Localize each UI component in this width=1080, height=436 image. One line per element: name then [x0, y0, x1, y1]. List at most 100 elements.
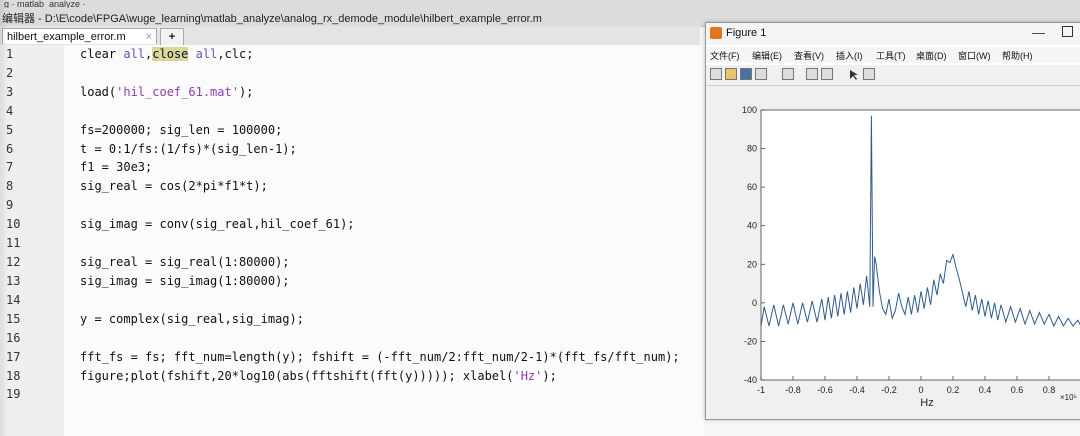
code-keyword: all	[195, 47, 218, 61]
insert-colorbar-icon[interactable]	[806, 68, 818, 80]
code-line-5[interactable]: fs=200000; sig_len = 100000;	[80, 123, 282, 137]
axes-box	[760, 109, 1080, 381]
line-number: 18	[6, 369, 21, 383]
new-tab-button[interactable]: +	[160, 28, 184, 45]
y-tick-label: 40	[747, 221, 757, 231]
code-line-10[interactable]: sig_imag = conv(sig_real,hil_coef_61);	[80, 217, 355, 231]
y-tick-label: 0	[752, 298, 757, 308]
save-icon[interactable]	[740, 68, 752, 80]
menu-edit[interactable]: 编辑(E)	[752, 49, 782, 62]
line-number: 19	[6, 387, 21, 401]
code-line-7[interactable]: f1 = 30e3;	[80, 160, 152, 174]
code-highlight: close	[152, 47, 189, 61]
editor-tab-bar: hilbert_example_error.m × +	[0, 26, 700, 46]
code-string: 'Hz'	[513, 369, 543, 383]
menu-file[interactable]: 文件(F)	[710, 49, 740, 62]
x-tick-label: -0.6	[817, 385, 833, 395]
code-area[interactable]: clear all,close all,clc; load('hil_coef_…	[64, 45, 704, 436]
insert-legend-icon[interactable]	[821, 68, 833, 80]
code-line-3[interactable]: load('hil_coef_61.mat');	[80, 85, 253, 99]
tab-label: hilbert_example_error.m	[7, 31, 126, 43]
x-tick-label: -1	[757, 385, 765, 395]
top-menu-strip[interactable]: g · matlab_analyze ·	[0, 0, 204, 8]
code-line-15[interactable]: y = complex(sig_real,sig_imag);	[80, 312, 304, 326]
x-tick-label: -0.2	[881, 385, 897, 395]
x-tick-label: 0.2	[947, 385, 960, 395]
menu-help[interactable]: 帮助(H)	[1002, 49, 1033, 62]
code-keyword: all	[123, 47, 146, 61]
pointer-icon[interactable]	[848, 68, 860, 80]
line-number: 9	[6, 198, 14, 212]
code-token: );	[238, 85, 254, 99]
tab-close-icon[interactable]: ×	[146, 29, 152, 45]
y-tick-label: -40	[744, 375, 757, 385]
link-icon[interactable]	[782, 68, 794, 80]
y-tick-label: -20	[744, 336, 757, 346]
x-tick-label: 0.6	[1011, 385, 1024, 395]
y-tick-label: 20	[747, 259, 757, 269]
line-number: 13	[6, 274, 21, 288]
property-editor-icon[interactable]	[863, 68, 875, 80]
code-line-18[interactable]: figure;plot(fshift,20*log10(abs(fftshift…	[80, 369, 557, 383]
new-figure-icon[interactable]	[710, 68, 722, 80]
x-axis-label: Hz	[920, 397, 933, 409]
code-line-13[interactable]: sig_imag = sig_imag(1:80000);	[80, 274, 290, 288]
code-token: ,clc;	[217, 47, 254, 61]
line-number: 11	[6, 236, 21, 250]
line-number: 6	[6, 142, 14, 156]
x-tick-label: 0	[918, 385, 923, 395]
figure-title: Figure 1	[726, 27, 767, 39]
menu-view[interactable]: 查看(V)	[794, 49, 824, 62]
maximize-button[interactable]	[1062, 26, 1073, 37]
code-line-1[interactable]: clear all,close all,clc;	[80, 47, 253, 61]
plot-background: 100 80 60 40 20 0 -20 -40 -1 -0.8 -0.6 -0.4 -0.2 0 0.…	[706, 86, 1080, 419]
line-number: 16	[6, 331, 21, 345]
x-tick-label: 0.8	[1043, 385, 1056, 395]
figure-menu-bar: 文件(F) 编辑(E) 查看(V) 插入(I) 工具(T) 桌面(D) 窗口(W…	[706, 47, 1080, 63]
x-tick-label: -0.8	[785, 385, 801, 395]
figure-title-bar[interactable]: Figure 1 —	[706, 23, 1080, 45]
menu-window[interactable]: 窗口(W)	[958, 49, 991, 62]
x-exponent-label: ×10⁵	[1060, 393, 1077, 402]
menu-desktop[interactable]: 桌面(D)	[916, 49, 947, 62]
open-icon[interactable]	[725, 68, 737, 80]
x-tick-label: 0.4	[979, 385, 992, 395]
y-tick-label: 80	[747, 144, 757, 154]
menu-tools[interactable]: 工具(T)	[876, 49, 906, 62]
line-number: 7	[6, 160, 14, 174]
code-token: figure;plot(fshift,20*log10(abs(fftshift…	[80, 369, 514, 383]
line-number: 17	[6, 350, 21, 364]
y-tick-label: 60	[747, 182, 757, 192]
code-token: );	[542, 369, 557, 383]
line-number: 3	[6, 85, 14, 99]
code-line-6[interactable]: t = 0:1/fs:(1/fs)*(sig_len-1);	[80, 142, 297, 156]
menu-insert[interactable]: 插入(I)	[836, 49, 863, 62]
line-number: 5	[6, 123, 14, 137]
matlab-logo-icon	[710, 27, 722, 39]
code-string: 'hil_coef_61.mat'	[116, 85, 239, 99]
line-number-gutter: 1 2 3 4 5 6 7 8 9 10 11 12 13 14 15 16 1…	[0, 45, 65, 436]
code-token: load(	[80, 85, 117, 99]
code-line-12[interactable]: sig_real = sig_real(1:80000);	[80, 255, 290, 269]
line-number: 12	[6, 255, 21, 269]
line-number: 8	[6, 179, 14, 193]
tab-hilbert-example-error[interactable]: hilbert_example_error.m ×	[2, 28, 157, 44]
code-line-8[interactable]: sig_real = cos(2*pi*f1*t);	[80, 179, 268, 193]
figure-window[interactable]: Figure 1 — 文件(F) 编辑(E) 查看(V) 插入(I) 工具(T)…	[705, 22, 1080, 420]
editor-window-title: 编辑器 - D:\E\code\FPGA\wuge_learning\matla…	[2, 13, 542, 25]
x-tick-label: -0.4	[849, 385, 865, 395]
line-number: 4	[6, 104, 14, 118]
y-tick-label: 100	[742, 105, 757, 115]
line-number: 15	[6, 312, 21, 326]
minimize-button[interactable]: —	[1032, 25, 1045, 40]
print-icon[interactable]	[755, 68, 767, 80]
spectrum-plot[interactable]: 100 80 60 40 20 0 -20 -40 -1 -0.8 -0.6 -0.4 -0.2 0 0.…	[706, 86, 1080, 419]
code-token: clear	[80, 47, 124, 61]
line-number: 1	[6, 47, 14, 61]
line-number: 10	[6, 217, 21, 231]
line-number: 14	[6, 293, 21, 307]
figure-toolbar	[706, 65, 1080, 86]
line-number: 2	[6, 66, 14, 80]
code-line-17[interactable]: fft_fs = fs; fft_num=length(y); fshift =…	[80, 350, 680, 364]
